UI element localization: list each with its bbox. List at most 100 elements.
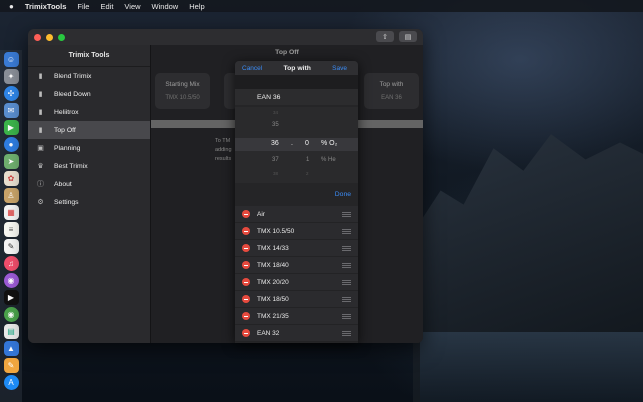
menu-view[interactable]: View xyxy=(124,2,140,11)
sidebar-toggle-button[interactable]: ▤ xyxy=(399,31,417,42)
drag-handle-icon[interactable] xyxy=(342,263,351,268)
apple-menu-icon[interactable]: ● xyxy=(9,2,14,11)
menu-help[interactable]: Help xyxy=(189,2,204,11)
delete-icon[interactable] xyxy=(242,295,250,303)
notes-icon[interactable]: ✎ xyxy=(3,239,19,254)
keynote-icon[interactable]: ▲ xyxy=(3,341,19,356)
done-button[interactable]: Done xyxy=(335,191,351,198)
delete-icon[interactable] xyxy=(242,244,250,252)
delete-icon[interactable] xyxy=(242,312,250,320)
pages-icon[interactable]: ✎ xyxy=(3,358,19,373)
sidebar-item-settings[interactable]: ⚙ Settings xyxy=(28,193,150,211)
picker-o2-unit: % O₂ xyxy=(321,140,338,147)
numbers-icon[interactable]: ▤ xyxy=(3,324,19,339)
list-item[interactable]: TMX 18/50 xyxy=(235,291,358,308)
delete-icon[interactable] xyxy=(242,261,250,269)
maps-icon[interactable]: ➤ xyxy=(3,154,19,169)
sidebar-item-blend-trimix[interactable]: ▮ Blend Trimix xyxy=(28,67,150,85)
facetime-icon[interactable]: ▶ xyxy=(3,120,19,135)
delete-icon[interactable] xyxy=(242,329,250,337)
book-icon: ▤ xyxy=(404,33,412,41)
messages-icon[interactable]: ● xyxy=(3,137,19,152)
drag-handle-icon[interactable] xyxy=(342,331,351,336)
selected-gas-label: EAN 36 xyxy=(257,93,281,101)
gas-picker[interactable]: 34 35 36 37 38 . 0 1 2 % O₂ % He xyxy=(235,107,358,183)
list-item[interactable]: TMX 18/40 xyxy=(235,257,358,274)
drag-handle-icon[interactable] xyxy=(342,314,351,319)
gas-name: Air xyxy=(257,210,265,218)
list-item[interactable]: TMX 10.5/50 xyxy=(235,223,358,240)
photos-icon[interactable]: ✿ xyxy=(3,171,19,186)
sidebar-item-top-off[interactable]: ▮ Top Off xyxy=(28,121,150,139)
music-icon[interactable]: ♫ xyxy=(3,256,19,271)
drag-handle-icon[interactable] xyxy=(342,212,351,217)
tank-icon: ▮ xyxy=(38,109,43,116)
sidebar-item-label: Blend Trimix xyxy=(54,72,92,80)
picker-decimal-selected[interactable]: 0 xyxy=(305,140,309,147)
share-button[interactable]: ⇧ xyxy=(376,31,394,42)
tank-icon: ▮ xyxy=(38,91,43,98)
podcasts-icon[interactable]: ◉ xyxy=(3,273,19,288)
sheet-spacer xyxy=(235,75,358,89)
sidebar-title: Trimix Tools xyxy=(28,45,150,67)
wallpaper-water xyxy=(420,332,643,402)
gas-name: EAN 32 xyxy=(257,329,280,337)
drag-handle-icon[interactable] xyxy=(342,229,351,234)
list-item[interactable]: TMX 14/33 xyxy=(235,240,358,257)
title-bar[interactable]: ⇧ ▤ xyxy=(28,29,423,45)
delete-icon[interactable] xyxy=(242,210,250,218)
minimize-window-button[interactable] xyxy=(46,33,53,41)
finder-icon[interactable]: ☺ xyxy=(3,52,19,67)
picker-he-unit: % He xyxy=(321,157,336,163)
maximize-window-button[interactable] xyxy=(58,33,65,41)
sidebar-item-planning[interactable]: ▣ Planning xyxy=(28,139,150,157)
safari-icon[interactable]: ✣ xyxy=(3,86,19,101)
drag-handle-icon[interactable] xyxy=(342,297,351,302)
trimixtools-icon[interactable]: ◉ xyxy=(3,307,19,322)
menu-file[interactable]: File xyxy=(77,2,89,11)
menu-edit[interactable]: Edit xyxy=(100,2,113,11)
delete-icon[interactable] xyxy=(242,227,250,235)
contacts-icon[interactable]: ♙ xyxy=(3,188,19,203)
app-store-icon[interactable]: A xyxy=(3,375,19,390)
sidebar-item-bleed-down[interactable]: ▮ Bleed Down xyxy=(28,85,150,103)
drag-handle-icon[interactable] xyxy=(342,280,351,285)
cancel-button[interactable]: Cancel xyxy=(242,65,262,72)
trophy-icon: ♛ xyxy=(37,163,44,170)
sidebar-item-heliitrox[interactable]: ▮ Heliitrox xyxy=(28,103,150,121)
launchpad-icon[interactable]: ✦ xyxy=(3,69,19,84)
list-item[interactable]: EAN 32 xyxy=(235,325,358,342)
menu-window[interactable]: Window xyxy=(152,2,179,11)
drag-handle-icon[interactable] xyxy=(342,246,351,251)
sidebar-item-label: Top Off xyxy=(54,126,76,134)
reminders-icon[interactable]: ≡ xyxy=(3,222,19,237)
gear-icon: ⚙ xyxy=(37,199,44,206)
window-controls xyxy=(34,33,65,41)
sidebar-item-best-trimix[interactable]: ♛ Best Trimix xyxy=(28,157,150,175)
list-item[interactable]: TMX 21/35 xyxy=(235,308,358,325)
planning-icon: ▣ xyxy=(37,145,44,152)
delete-icon[interactable] xyxy=(242,278,250,286)
calendar-icon[interactable]: ▦ xyxy=(3,205,19,220)
close-window-button[interactable] xyxy=(34,33,41,41)
gas-name: TMX 18/40 xyxy=(257,261,289,269)
tv-icon[interactable]: ▶ xyxy=(3,290,19,305)
list-item[interactable]: TMX 20/20 xyxy=(235,274,358,291)
picker-decimal-below: 1 xyxy=(306,157,310,163)
gas-name: TMX 14/33 xyxy=(257,244,289,252)
selected-gas-row[interactable]: EAN 36 xyxy=(235,89,358,105)
app-window: ⇧ ▤ Trimix Tools ▮ Blend Trimix ▮ Bleed … xyxy=(28,29,423,343)
gas-list: Air TMX 10.5/50 TMX 14/33 TMX 18/40 TMX … xyxy=(235,206,358,342)
picker-decimal-point: . xyxy=(291,140,293,147)
sidebar-item-about[interactable]: ⓘ About xyxy=(28,175,150,193)
tank-icon: ▮ xyxy=(38,127,43,134)
save-button[interactable]: Save xyxy=(332,65,347,72)
picker-o2-selected[interactable]: 36 xyxy=(271,140,279,147)
sidebar-item-label: Heliitrox xyxy=(54,108,79,116)
mail-icon[interactable]: ✉ xyxy=(3,103,19,118)
sheet-title: Top with xyxy=(283,64,311,72)
list-item[interactable]: Air xyxy=(235,206,358,223)
gas-name: TMX 10.5/50 xyxy=(257,227,295,235)
sidebar-item-label: Settings xyxy=(54,198,79,206)
menu-app-name[interactable]: TrimixTools xyxy=(25,2,67,11)
